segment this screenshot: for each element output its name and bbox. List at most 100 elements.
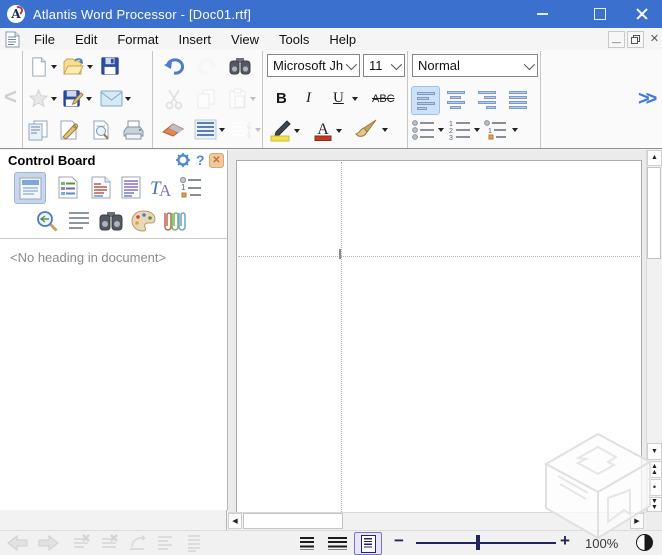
document-pane[interactable] xyxy=(228,150,646,512)
font-color-button[interactable]: A xyxy=(312,120,342,142)
control-board-settings-gear-icon[interactable] xyxy=(176,153,190,167)
horizontal-scroll-thumb[interactable] xyxy=(243,513,343,529)
scroll-down-button[interactable]: ▼ xyxy=(647,443,662,460)
cb-find-button[interactable] xyxy=(96,206,126,236)
zoom-slider-track[interactable] xyxy=(416,542,556,544)
document-menu-icon[interactable] xyxy=(5,31,20,48)
cb-clips-button[interactable] xyxy=(158,206,188,236)
copies-button[interactable] xyxy=(27,119,50,141)
find-button[interactable] xyxy=(228,55,252,77)
draft-view-button[interactable] xyxy=(296,533,318,553)
align-right-button[interactable] xyxy=(473,86,500,113)
cb-document-map-button[interactable] xyxy=(14,172,46,204)
cb-overview-button[interactable] xyxy=(86,172,116,202)
minimize-button[interactable] xyxy=(522,0,562,28)
menu-help[interactable]: Help xyxy=(319,28,366,50)
toolbar-scroll-left-chevron[interactable]: < xyxy=(4,84,17,110)
print-preview-button[interactable] xyxy=(90,119,112,141)
font-name-select[interactable]: Microsoft Jh xyxy=(267,54,360,77)
font-color-dropdown[interactable] xyxy=(336,129,342,133)
save-button[interactable] xyxy=(100,56,120,76)
document-page[interactable] xyxy=(236,160,642,512)
align-justify-button[interactable] xyxy=(504,86,531,113)
cb-statistics-button[interactable] xyxy=(116,172,146,202)
align-left-button[interactable] xyxy=(411,86,440,115)
underline-dropdown[interactable] xyxy=(352,97,358,101)
mdi-restore-button[interactable] xyxy=(627,31,644,48)
maximize-button[interactable] xyxy=(580,0,620,28)
menu-insert[interactable]: Insert xyxy=(169,28,222,50)
italic-button[interactable]: I xyxy=(306,90,311,107)
numbered-list-button[interactable]: 123 xyxy=(447,119,480,141)
web-view-button[interactable] xyxy=(326,533,348,553)
highlight-dropdown[interactable] xyxy=(294,129,300,133)
align-center-button[interactable] xyxy=(442,86,469,113)
close-button[interactable] xyxy=(622,0,662,28)
zoom-slider-thumb[interactable] xyxy=(476,535,480,550)
bullet-list-button[interactable] xyxy=(411,119,444,141)
style-select[interactable]: Normal xyxy=(412,54,538,77)
new-document-button[interactable] xyxy=(28,56,57,77)
favorites-dropdown[interactable] xyxy=(51,97,57,101)
zoom-in-button[interactable]: + xyxy=(560,531,570,551)
toolbar-scroll-right-chevron[interactable]: >> xyxy=(638,88,653,111)
mdi-minimize-button[interactable]: — xyxy=(608,31,625,48)
previous-object-button[interactable]: ▲▲ xyxy=(647,461,662,478)
select-browse-object-button[interactable]: • xyxy=(647,479,662,496)
control-board-help-button[interactable]: ? xyxy=(196,152,205,168)
cb-outline-button[interactable]: 1 xyxy=(176,172,206,202)
highlight-button[interactable] xyxy=(268,119,300,142)
menu-file[interactable]: File xyxy=(24,28,65,50)
eraser-button[interactable] xyxy=(161,122,186,137)
align-left-icon xyxy=(417,92,435,110)
underline-button[interactable]: U xyxy=(333,90,344,107)
scroll-left-button[interactable]: ◀ xyxy=(228,513,242,529)
cb-zoom-button[interactable] xyxy=(32,206,62,236)
cb-styles-button[interactable]: TA xyxy=(146,172,176,202)
open-dropdown[interactable] xyxy=(87,65,93,69)
scrollbar-corner xyxy=(646,512,662,530)
zoom-out-button[interactable]: − xyxy=(394,531,404,551)
menu-format[interactable]: Format xyxy=(107,28,168,50)
save-as-button[interactable] xyxy=(62,88,92,109)
full-screen-contrast-icon[interactable] xyxy=(636,534,653,551)
scroll-right-button[interactable]: ▶ xyxy=(630,513,644,529)
next-object-button[interactable]: ▼▼ xyxy=(647,497,662,512)
format-painter-button[interactable] xyxy=(354,118,388,142)
bold-button[interactable]: B xyxy=(276,90,287,107)
control-board-close-button[interactable]: ✕ xyxy=(209,153,224,168)
email-dropdown[interactable] xyxy=(125,97,131,101)
save-as-dropdown[interactable] xyxy=(86,97,92,101)
scroll-up-button[interactable]: ▲ xyxy=(647,150,662,166)
menu-tools[interactable]: Tools xyxy=(269,28,319,50)
cb-headings-button[interactable] xyxy=(52,172,82,202)
nav-back-button xyxy=(6,533,30,553)
cb-colors-button[interactable] xyxy=(128,206,158,236)
menu-view[interactable]: View xyxy=(221,28,269,50)
forward-arrow-icon xyxy=(36,534,60,552)
vertical-scroll-thumb[interactable] xyxy=(647,167,661,259)
email-button[interactable] xyxy=(100,90,131,107)
menu-edit[interactable]: Edit xyxy=(65,28,107,50)
print-button[interactable] xyxy=(122,120,145,140)
binoculars-icon xyxy=(98,209,124,233)
document-options-button[interactable] xyxy=(58,119,80,141)
new-document-dropdown[interactable] xyxy=(51,65,57,69)
cb-paragraphs-button[interactable] xyxy=(64,206,94,236)
font-size-select[interactable]: 11 xyxy=(363,54,405,77)
open-folder-icon xyxy=(62,56,85,77)
zoom-percentage[interactable]: 100% xyxy=(585,536,618,551)
strikethrough-button[interactable]: ABC xyxy=(372,93,395,105)
line-spacing-dropdown[interactable] xyxy=(219,128,225,132)
undo-button[interactable] xyxy=(162,55,186,78)
print-layout-view-button[interactable] xyxy=(354,532,382,555)
favorites-button[interactable] xyxy=(28,88,57,109)
open-button[interactable] xyxy=(62,56,93,77)
mdi-close-button[interactable]: ✕ xyxy=(647,31,662,46)
line-spacing-button[interactable] xyxy=(194,119,225,140)
multilevel-list-dropdown[interactable] xyxy=(512,128,518,132)
format-painter-dropdown[interactable] xyxy=(382,128,388,132)
multilevel-list-button[interactable]: 1 xyxy=(483,119,518,141)
bullet-list-dropdown[interactable] xyxy=(438,128,444,132)
numbered-list-dropdown[interactable] xyxy=(474,128,480,132)
